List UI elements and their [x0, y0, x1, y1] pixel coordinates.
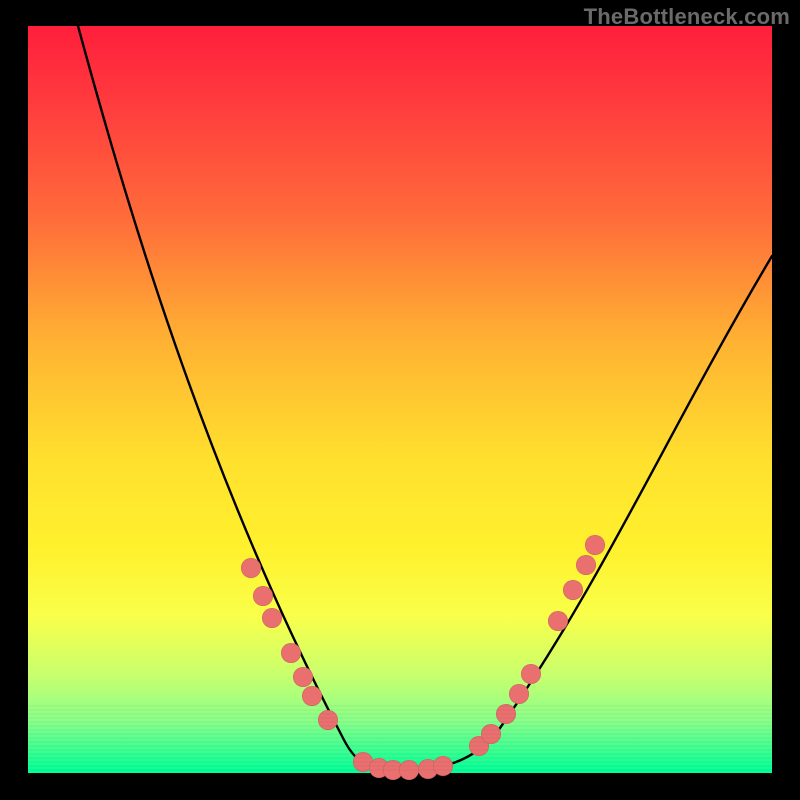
data-marker: [253, 586, 273, 606]
data-marker: [302, 686, 322, 706]
data-marker: [262, 608, 282, 628]
data-marker: [318, 710, 338, 730]
data-marker: [576, 555, 596, 575]
chart-container: TheBottleneck.com: [0, 0, 800, 800]
curve-svg: [28, 26, 772, 773]
data-marker: [496, 704, 516, 724]
data-marker: [399, 760, 419, 780]
data-marker: [241, 558, 261, 578]
data-marker: [585, 535, 605, 555]
curve-left: [78, 26, 383, 768]
plot-area: [28, 26, 772, 773]
data-marker: [293, 667, 313, 687]
data-marker: [433, 756, 453, 776]
data-marker: [481, 724, 501, 744]
data-marker: [281, 643, 301, 663]
data-marker: [521, 664, 541, 684]
data-marker: [509, 684, 529, 704]
data-marker: [548, 611, 568, 631]
curve-right: [423, 256, 772, 768]
data-marker: [563, 580, 583, 600]
